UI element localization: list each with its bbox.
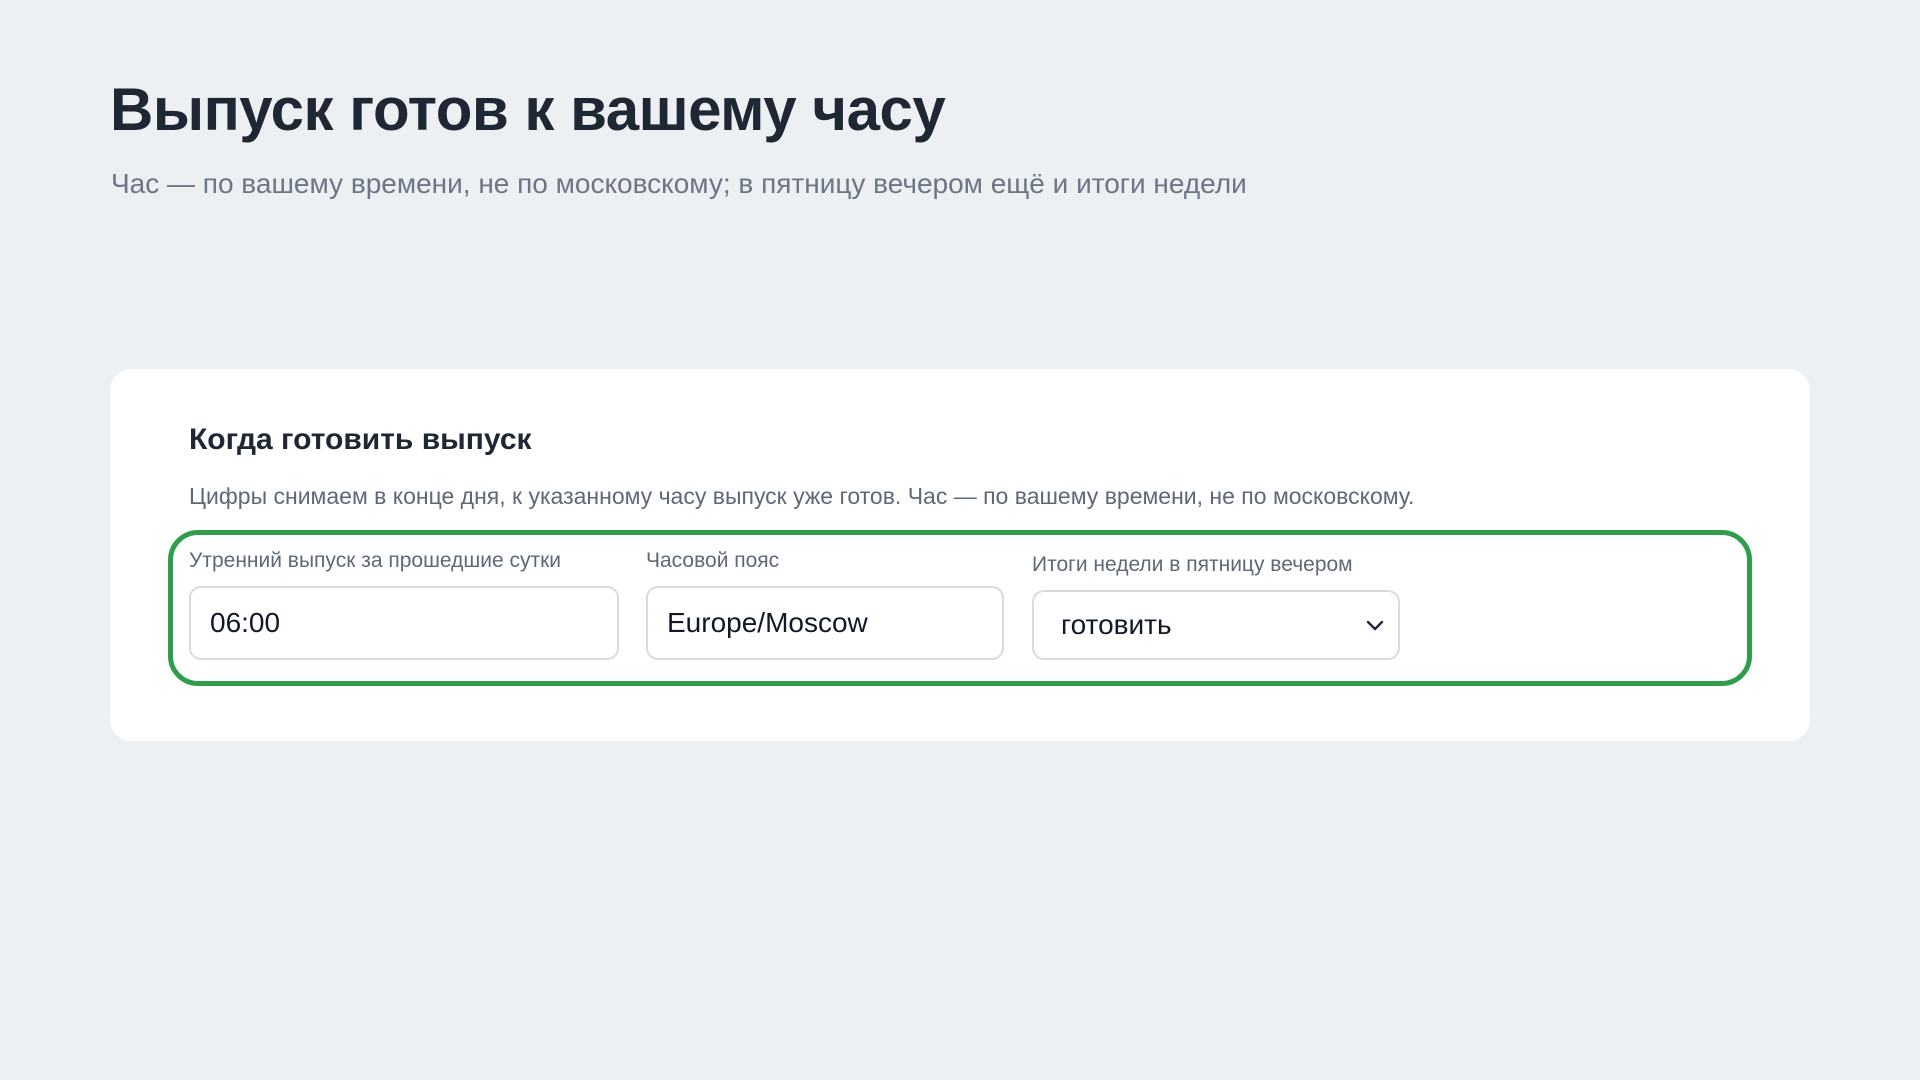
weekly-summary-selected-value: готовить [1061, 609, 1172, 640]
weekly-summary-select[interactable]: готовить [1032, 590, 1400, 660]
weekly-summary-label: Итоги недели в пятницу вечером [1032, 553, 1353, 576]
morning-release-field: Утренний выпуск за прошедшие сутки 06:00 [189, 548, 619, 674]
schedule-card: Когда готовить выпуск Цифры снимаем в ко… [110, 369, 1810, 741]
timezone-field: Часовой пояс Europe/Moscow [646, 548, 1004, 674]
timezone-label: Часовой пояс [646, 549, 780, 572]
chevron-down-icon [1366, 620, 1384, 631]
page-title: Выпуск готов к вашему часу [110, 76, 946, 143]
card-description: Цифры снимаем в конце дня, к указанному … [189, 483, 1415, 509]
page-subtitle: Час — по вашему времени, не по московско… [111, 168, 1247, 199]
morning-time-input[interactable]: 06:00 [189, 586, 619, 660]
timezone-input[interactable]: Europe/Moscow [646, 586, 1004, 660]
morning-release-label: Утренний выпуск за прошедшие сутки [189, 549, 562, 572]
weekly-summary-field: Итоги недели в пятницу вечером готовить [1032, 552, 1400, 674]
card-title: Когда готовить выпуск [189, 423, 532, 456]
